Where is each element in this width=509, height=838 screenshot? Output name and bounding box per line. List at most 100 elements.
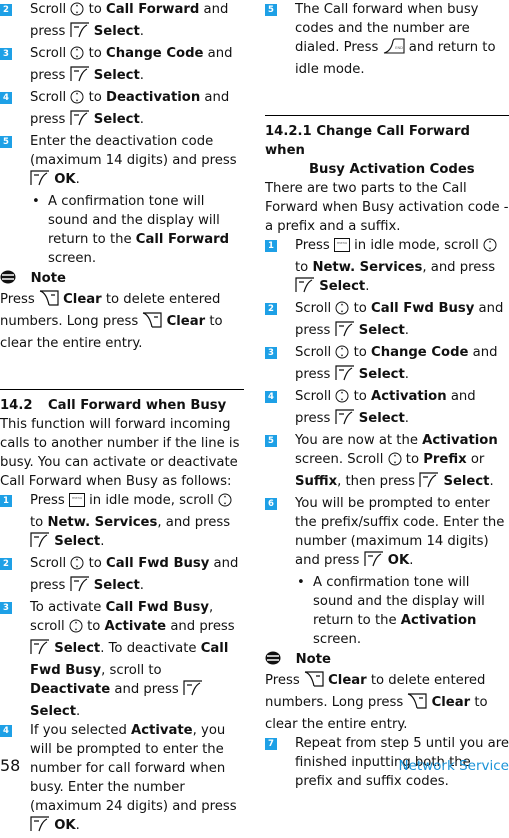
select-softkey-icon	[69, 576, 90, 598]
step-number: 4	[265, 391, 277, 403]
softkey-label: OK	[387, 553, 410, 568]
svg-text:END: END	[395, 46, 403, 50]
screen-name: Activation	[422, 433, 498, 448]
step-6: 6 You will be prompted to enter the pref…	[265, 494, 509, 573]
select-softkey-icon	[334, 365, 355, 387]
step-number: 1	[265, 240, 277, 252]
text: Scroll	[295, 301, 332, 316]
text: .	[489, 474, 494, 489]
step-1: 1 Press menu in idle mode, scroll to Net…	[0, 491, 244, 554]
step-2: 2 Scroll to Call Forward and press Selec…	[0, 0, 244, 44]
text: , and press	[157, 515, 231, 530]
nav-scroll-icon	[70, 2, 84, 22]
step-2: 2 Scroll to Call Fwd Busy and press Sele…	[265, 299, 509, 343]
subsection-intro: There are two parts to the Call Forward …	[265, 181, 509, 234]
text: .	[75, 818, 80, 833]
text: .	[404, 323, 409, 338]
nav-scroll-icon	[335, 301, 349, 321]
note-icon	[0, 270, 16, 290]
step-1: 1 Press menu in idle mode, scroll to Net…	[265, 236, 509, 299]
section-footer: Network Service	[398, 758, 509, 774]
text: in idle mode, scroll	[354, 238, 479, 253]
softkey-label: OK	[54, 172, 76, 187]
note-title: Note	[295, 652, 331, 667]
select-softkey-icon	[363, 551, 384, 573]
text: Scroll	[30, 90, 67, 105]
note-heading: Note	[0, 270, 244, 290]
text: to	[88, 2, 102, 17]
left-column: 2 Scroll to Call Forward and press Selec…	[0, 0, 244, 838]
text: and press	[114, 682, 179, 697]
text: .	[404, 367, 409, 382]
step-number: 5	[265, 435, 277, 447]
select-softkey-icon	[295, 277, 315, 299]
text: Scroll	[295, 389, 332, 404]
text: screen. Scroll	[295, 452, 384, 467]
step-number: 4	[0, 92, 12, 104]
menu-item-name: Netw. Services	[47, 515, 158, 530]
text: Scroll	[30, 46, 67, 61]
softkey-label: Clear	[166, 314, 206, 329]
softkey-label: Clear	[328, 673, 367, 688]
text: . To deactivate	[100, 641, 197, 656]
menu-key-icon: menu	[333, 238, 350, 258]
softkey-label: Clear	[431, 695, 471, 710]
menu-item-name: Deactivation	[106, 90, 201, 105]
text: to	[30, 515, 44, 530]
bullet-dot: •	[32, 194, 40, 209]
bullet-item: • A confirmation tone will sound and the…	[0, 192, 244, 268]
text: To activate	[30, 600, 102, 615]
select-softkey-icon	[69, 110, 90, 132]
step-number: 6	[265, 498, 277, 510]
softkey-label: Clear	[63, 292, 102, 307]
text: You are now at the	[295, 433, 418, 448]
bullet-item: • A confirmation tone will sound and the…	[265, 573, 509, 649]
menu-item-name: Call Fwd Busy	[106, 556, 210, 571]
note-heading: Note	[265, 651, 509, 671]
step-5: 5 You are now at the Activation screen. …	[265, 431, 509, 494]
nav-scroll-icon	[388, 452, 402, 472]
menu-item-name: Netw. Services	[312, 260, 423, 275]
nav-scroll-icon	[70, 46, 84, 66]
menu-item-name: Deactivate	[30, 682, 111, 697]
text: to	[88, 90, 102, 105]
softkey-label: Select	[443, 474, 490, 489]
menu-key-icon: menu	[68, 493, 85, 513]
step-number: 5	[265, 4, 277, 16]
menu-item-name: Call Forward	[106, 2, 200, 17]
nav-scroll-icon	[483, 238, 497, 258]
text: .	[139, 68, 144, 83]
text: or	[470, 452, 485, 467]
text: Press	[295, 238, 330, 253]
menu-item-name: Call Fwd Busy	[105, 600, 209, 615]
menu-item-name: Call Fwd Busy	[371, 301, 475, 316]
nav-scroll-icon	[218, 493, 232, 513]
step-number: 3	[0, 48, 12, 60]
select-softkey-icon	[419, 472, 439, 494]
softkey-label: Select	[319, 279, 366, 294]
select-softkey-icon	[334, 409, 355, 431]
softkey-label: Select	[54, 641, 101, 656]
option-name: Suffix	[295, 474, 338, 489]
clear-softkey-icon	[39, 290, 59, 312]
text: .	[75, 172, 80, 187]
text: to	[295, 260, 309, 275]
nav-scroll-icon	[335, 389, 349, 409]
text: .	[409, 553, 414, 568]
text: .	[404, 411, 409, 426]
option-name: Prefix	[423, 452, 467, 467]
text: Press	[30, 493, 65, 508]
text: Scroll	[30, 2, 67, 17]
section-divider	[265, 115, 509, 116]
select-softkey-icon	[183, 680, 203, 702]
right-column: 5 The Call forward when busy codes and t…	[265, 0, 509, 791]
softkey-label: Select	[30, 704, 77, 719]
note-icon	[265, 651, 281, 671]
step-number: 4	[0, 725, 12, 737]
svg-text:menu: menu	[72, 496, 82, 500]
step-4: 4 Scroll to Deactivation and press Selec…	[0, 88, 244, 132]
step-number: 5	[0, 136, 12, 148]
select-softkey-icon	[30, 532, 50, 554]
end-key-icon: END	[383, 38, 405, 60]
text: If you selected	[30, 723, 127, 738]
